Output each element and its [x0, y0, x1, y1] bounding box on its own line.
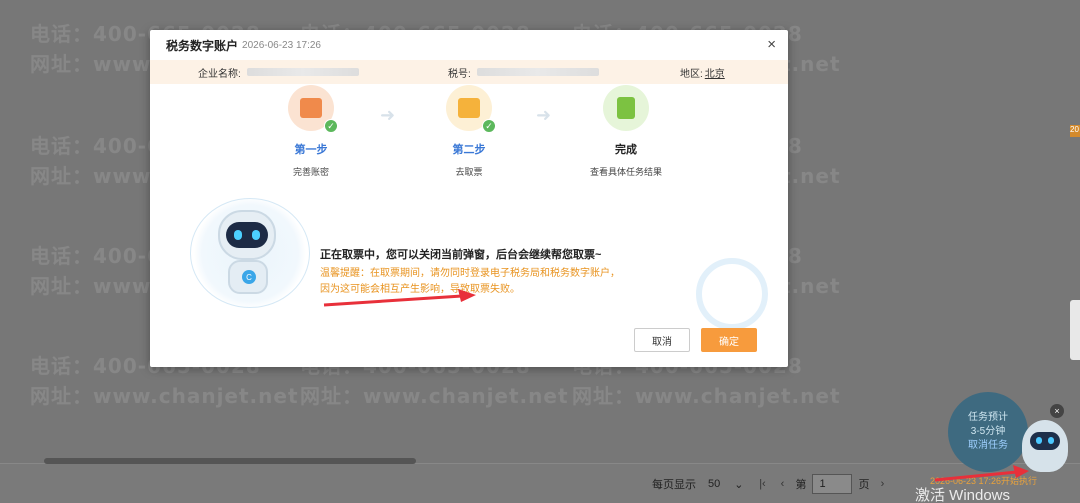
- side-tab[interactable]: [1070, 300, 1080, 360]
- ticket-icon: ✓: [446, 85, 496, 133]
- task-line2: 3-5分钟: [970, 426, 1006, 437]
- step-2: ✓ 第二步 去取票: [424, 85, 514, 178]
- step-arrow-icon: ➜: [536, 105, 552, 125]
- tax-account-dialog: 税务数字账户 2026-06-23 17:26 × 企业名称: 税号: 地区: …: [150, 30, 788, 367]
- company-info-bar: 企业名称: 税号: 地区: 北京: [150, 60, 788, 84]
- next-page-icon[interactable]: ›: [875, 478, 889, 490]
- region-value[interactable]: 北京: [705, 65, 725, 80]
- task-line1: 任务预计: [968, 412, 1008, 423]
- redacted-value: [476, 68, 599, 76]
- tax-id-label: 税号:: [448, 68, 471, 80]
- close-icon[interactable]: ×: [767, 36, 776, 53]
- step-title: 完成: [615, 144, 637, 156]
- page-prefix: 第: [795, 479, 807, 491]
- per-page-select[interactable]: 50 ⌄: [702, 478, 749, 491]
- watermark: 网址：www.chanjet.net: [572, 384, 841, 408]
- tax-id-field: 税号:: [448, 65, 599, 80]
- watermark: 网址：www.chanjet.net: [300, 384, 569, 408]
- check-icon: ✓: [482, 119, 496, 133]
- side-badge: 20: [1070, 125, 1080, 137]
- watermark: 网址：www.chanjet.net: [30, 384, 299, 408]
- step-1: ✓ 第一步 完善账密: [266, 85, 356, 178]
- first-page-icon[interactable]: |‹: [755, 478, 769, 490]
- message-main: 正在取票中，您可以关闭当前弹窗，后台会继续帮您取票~: [320, 249, 602, 261]
- dialog-title: 税务数字账户: [166, 38, 239, 53]
- per-page-value: 50: [708, 478, 721, 490]
- cancel-task-link[interactable]: 取消任务: [968, 439, 1008, 453]
- close-icon[interactable]: ×: [1050, 404, 1064, 418]
- page-input[interactable]: 1: [812, 474, 853, 494]
- red-arrow-icon: [323, 289, 476, 307]
- red-arrow-icon: [935, 465, 1029, 482]
- cancel-button[interactable]: 取消: [634, 328, 690, 352]
- step-arrow-icon: ➜: [380, 105, 396, 125]
- per-page-label: 每页显示: [652, 479, 696, 491]
- id-card-icon: ✓: [288, 85, 338, 133]
- task-widget[interactable]: 任务预计 3-5分钟 取消任务: [948, 392, 1028, 472]
- clipboard-icon: [603, 85, 649, 131]
- decorative-circle: [696, 258, 768, 330]
- step-desc: 去取票: [455, 167, 483, 177]
- progress-steps: ✓ 第一步 完善账密 ➜ ✓ 第二步 去取票 ➜ 完成 查看具体任务结果: [150, 85, 788, 185]
- company-name-label: 企业名称:: [198, 68, 241, 80]
- chanjet-logo-icon: C: [242, 270, 256, 284]
- dialog-header: 税务数字账户 2026-06-23 17:26: [150, 30, 788, 60]
- redacted-value: [246, 68, 359, 76]
- horizontal-scrollbar[interactable]: [44, 458, 416, 464]
- region-label: 地区:: [680, 68, 703, 80]
- page-suffix: 页: [858, 479, 870, 491]
- step-desc: 查看具体任务结果: [589, 167, 662, 177]
- step-3: 完成 查看具体任务结果: [581, 85, 671, 178]
- region-field: 地区: 北京: [680, 65, 725, 80]
- confirm-button[interactable]: 确定: [701, 328, 757, 352]
- step-desc: 完善账密: [292, 167, 329, 177]
- check-icon: ✓: [324, 119, 338, 133]
- pagination: 每页显示 50 ⌄ |‹ ‹ 第 1 页 ›: [652, 474, 889, 494]
- robot-illustration: C: [190, 198, 310, 308]
- prev-page-icon[interactable]: ‹: [775, 478, 789, 490]
- step-title: 第一步: [294, 144, 328, 156]
- dialog-timestamp: 2026-06-23 17:26: [242, 39, 321, 51]
- step-title: 第二步: [452, 144, 486, 156]
- chevron-down-icon: ⌄: [734, 478, 744, 491]
- company-name-field: 企业名称:: [198, 65, 359, 80]
